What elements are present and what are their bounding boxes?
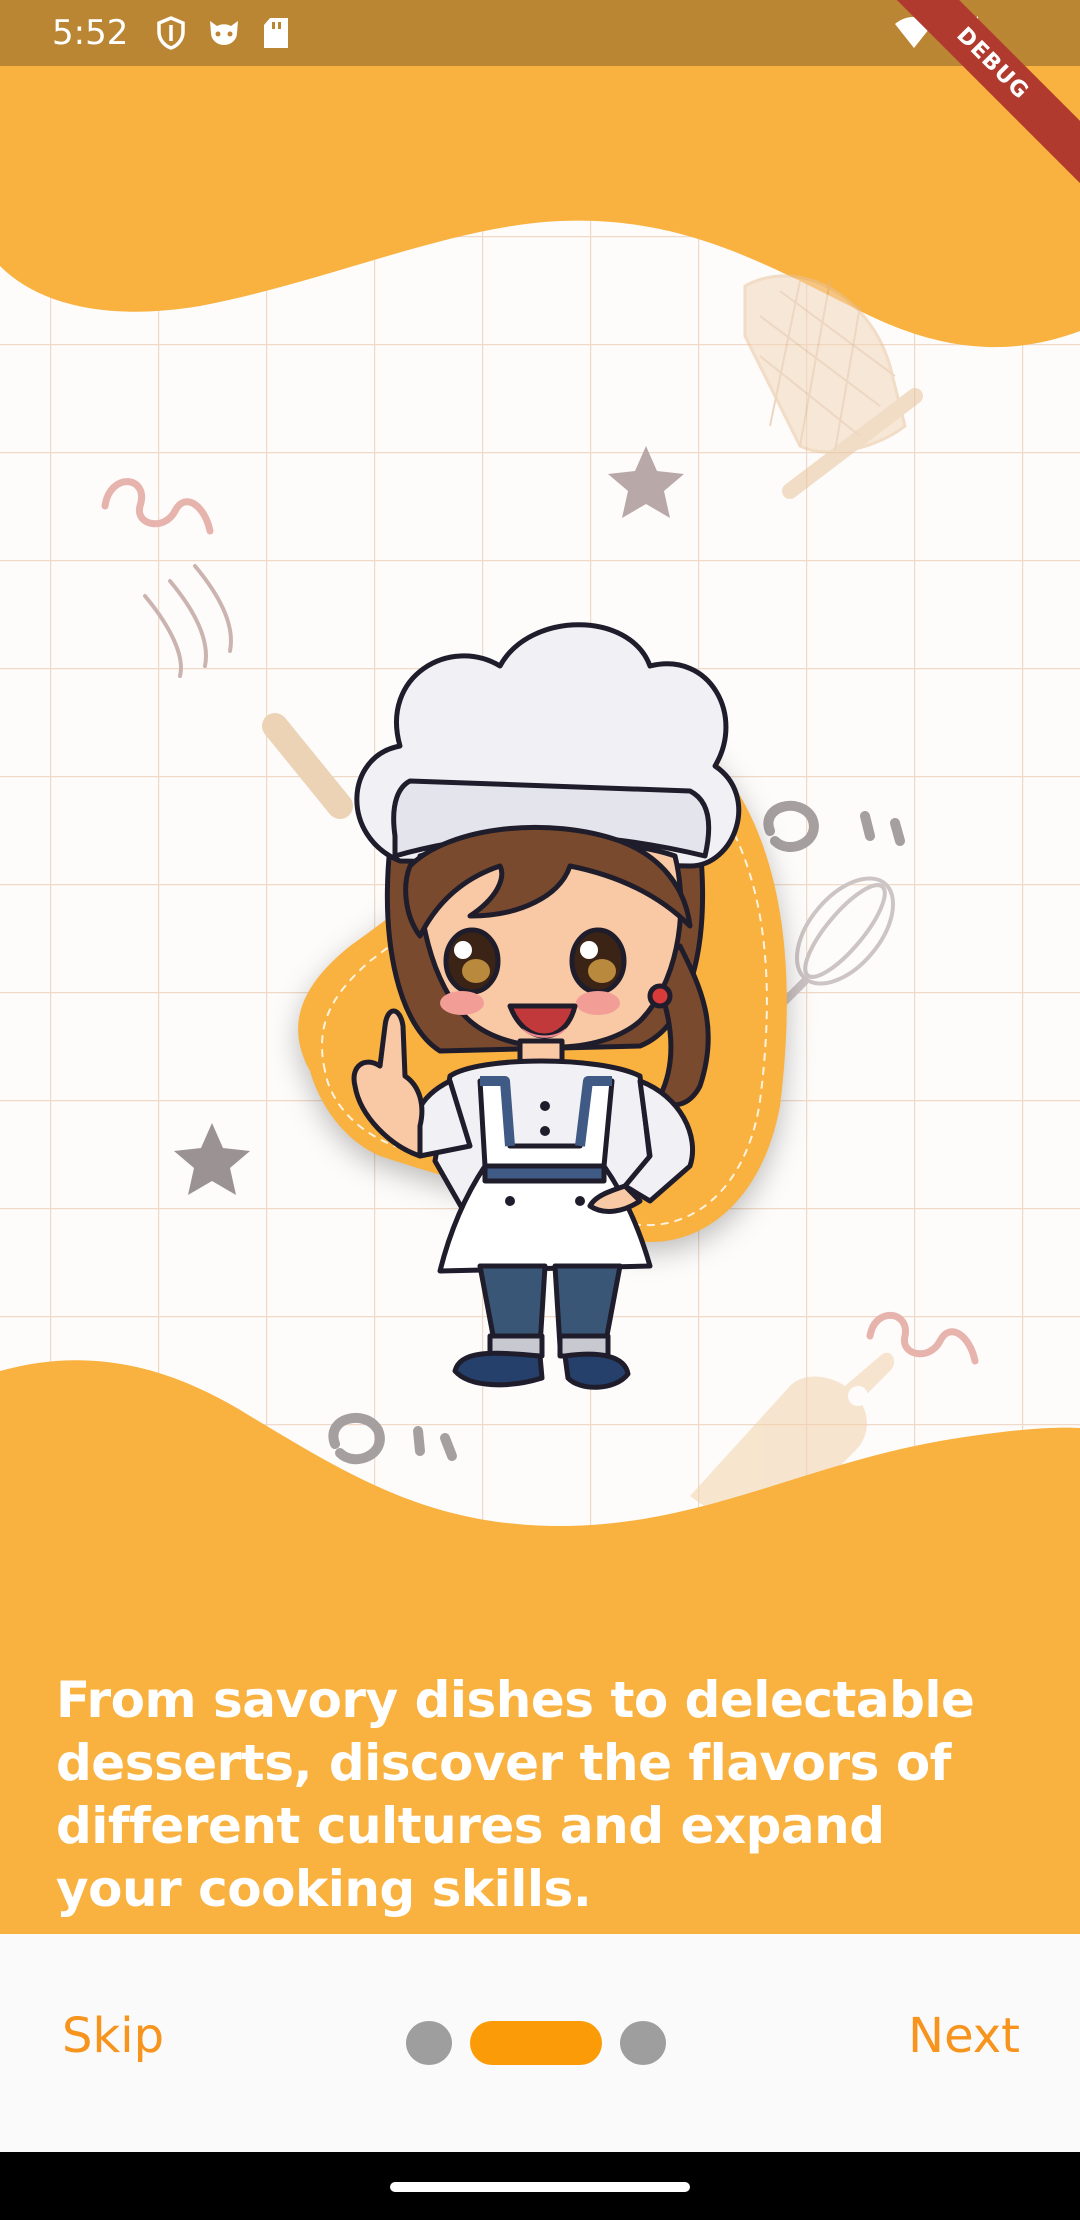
cat-face-icon xyxy=(206,17,242,49)
system-navigation-bar xyxy=(0,2152,1080,2220)
onboarding-hero: From savory dishes to delectable dessert… xyxy=(0,66,1080,1934)
onboarding-controls: Skip Next xyxy=(0,1934,1080,2152)
page-dot-1[interactable] xyxy=(406,2021,452,2065)
hero-background xyxy=(0,66,1080,1934)
page-indicator xyxy=(406,2021,666,2065)
page-dot-3[interactable] xyxy=(620,2021,666,2065)
skip-button[interactable]: Skip xyxy=(62,2008,164,2064)
status-time: 5:52 xyxy=(52,13,129,53)
sd-card-icon xyxy=(262,16,290,50)
next-button[interactable]: Next xyxy=(908,2008,1020,2064)
page-dot-2-active[interactable] xyxy=(470,2021,602,2065)
home-gesture-handle[interactable] xyxy=(390,2182,690,2192)
shield-icon xyxy=(156,16,186,50)
onboarding-caption: From savory dishes to delectable dessert… xyxy=(56,1671,975,1918)
